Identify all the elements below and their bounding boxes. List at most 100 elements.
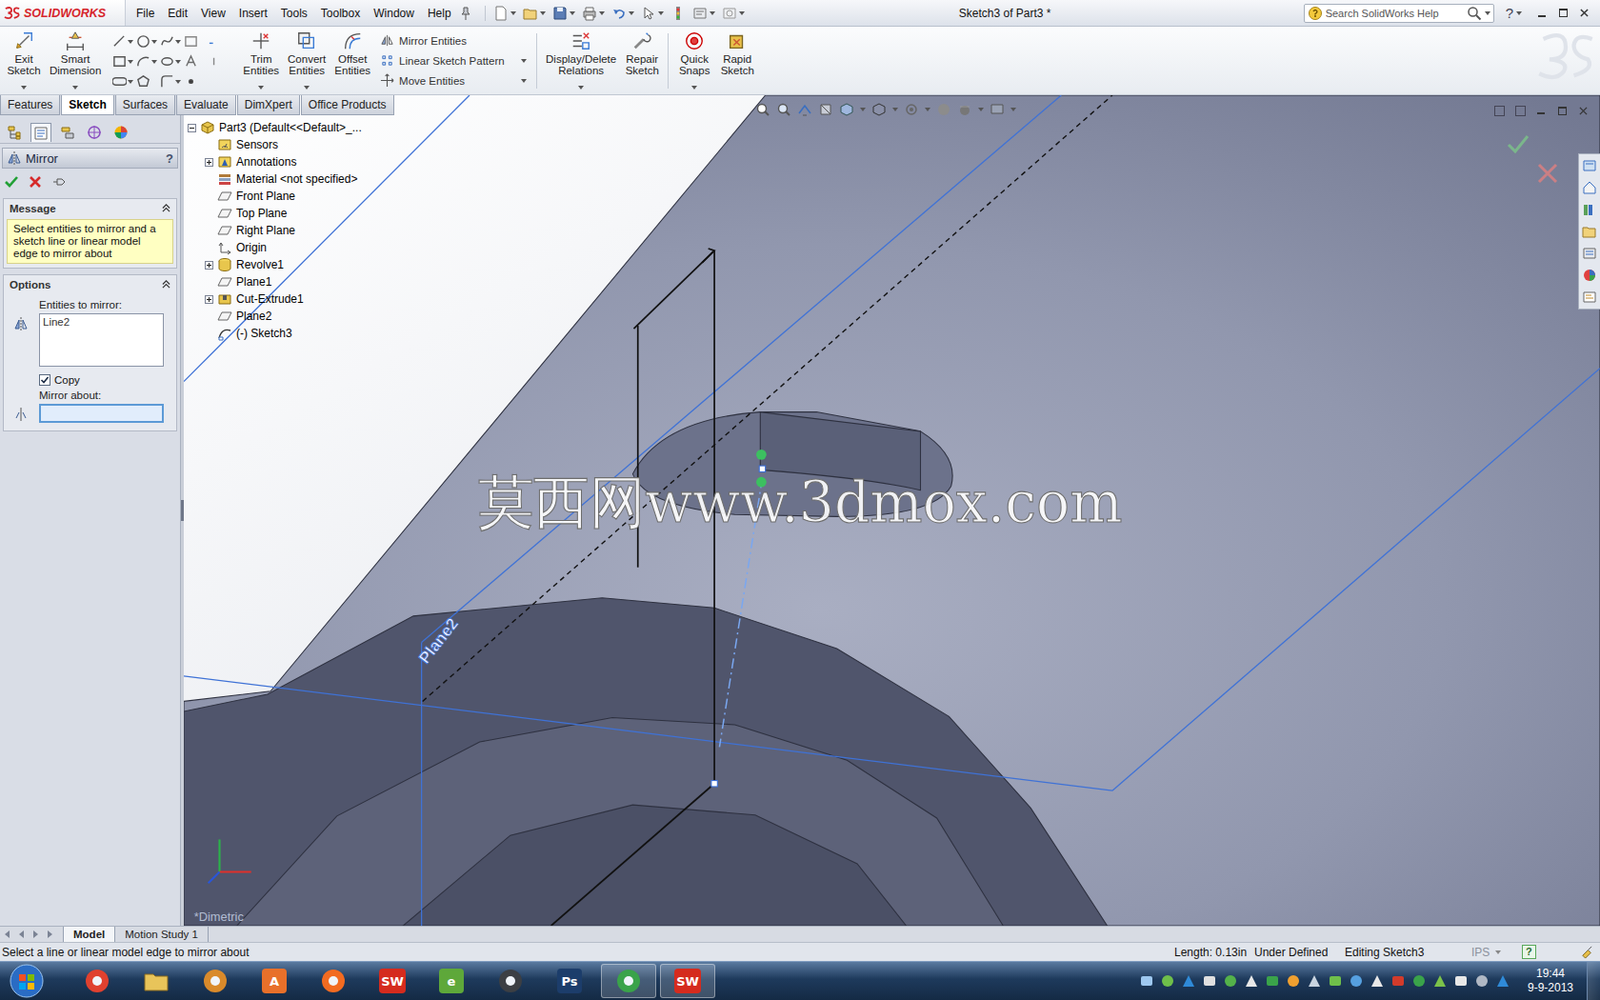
view-settings-icon[interactable] [989,101,1005,118]
rebuild-button[interactable] [670,5,686,21]
expander[interactable] [203,157,215,168]
tray-icon[interactable] [1474,973,1490,989]
dropdown-arrow[interactable] [1495,950,1501,955]
tree-item[interactable]: Origin [186,239,362,257]
design-library-icon[interactable] [1581,201,1598,218]
confirm-cancel-icon[interactable] [1536,161,1560,185]
taskbar-app[interactable] [69,963,125,999]
tree-item[interactable]: (-) Sketch3 [186,324,362,342]
print-button[interactable] [581,5,605,21]
tray-icon[interactable] [1180,973,1197,989]
sketch-lines[interactable] [551,248,715,926]
ok-check-icon[interactable] [3,174,20,190]
viewport-layout-button[interactable] [1491,102,1507,119]
tray-icon[interactable] [1264,973,1280,989]
viewport-close-button[interactable] [1575,102,1591,119]
bore[interactable] [402,804,906,926]
dropdown-arrow[interactable] [924,107,931,112]
tree-item[interactable]: Plane1 [186,273,362,291]
previous-tab-button[interactable] [14,926,29,942]
file-explorer-icon[interactable] [1581,223,1598,240]
small-tool-button[interactable]: Move Entities [380,70,531,91]
entities-list[interactable]: Line2 [39,313,164,367]
clock[interactable]: 19:449-9-2013 [1520,966,1581,996]
view-orientation-icon[interactable] [839,101,855,118]
menu-item[interactable]: Toolbox [314,6,367,20]
open-button[interactable] [522,5,546,21]
expander-box[interactable] [204,295,214,304]
splitter-grip[interactable] [180,500,184,521]
previous-view-icon[interactable] [797,101,813,118]
sketch-tool-button[interactable] [160,71,184,92]
menu-item[interactable]: Edit [160,6,195,20]
outer-ring[interactable] [183,598,1108,926]
small-tool-button[interactable]: Mirror Entities [380,30,531,51]
dropdown-arrow[interactable] [72,85,79,90]
group-header[interactable]: Options [3,275,177,294]
close-button[interactable] [1573,4,1595,22]
restore-button[interactable] [1552,4,1574,22]
expander[interactable] [203,294,215,305]
tray-icon[interactable] [1327,973,1343,989]
expander-box[interactable] [204,260,214,270]
tree-item[interactable]: Cut-Extrude1 [186,290,362,308]
viewport-restore-button[interactable] [1554,102,1570,119]
unit-system[interactable]: IPS [1471,945,1522,960]
mirror-about-field[interactable] [39,403,164,423]
dropdown-arrow[interactable] [175,60,181,64]
expander[interactable] [203,277,215,288]
group-header[interactable]: Message [3,199,177,218]
tray-icon[interactable] [1160,973,1176,989]
sketch-tool-button[interactable] [112,31,137,52]
dropdown-arrow[interactable] [20,85,27,90]
tray-icon[interactable] [1453,973,1469,989]
pushpin-icon[interactable] [51,174,67,190]
dropdown-arrow[interactable] [578,85,584,90]
expander-box[interactable] [187,123,197,133]
custom-properties-icon[interactable] [1581,289,1598,305]
command-tab[interactable]: Surfaces [115,95,176,116]
resources-icon[interactable] [1581,158,1598,174]
first-tab-button[interactable] [0,926,15,942]
search-results-icon[interactable] [1581,245,1598,261]
next-tab-button[interactable] [28,926,43,942]
help-dropdown-arrow[interactable] [1516,11,1522,16]
command-tab[interactable]: Office Products [300,95,395,116]
manager-tab[interactable] [110,122,132,142]
plane2-outline[interactable] [183,95,1600,926]
taskbar-app[interactable]: SW [660,963,716,999]
tray-icon[interactable] [1495,973,1511,989]
dropdown-arrow[interactable] [1010,107,1017,112]
dropdown-arrow[interactable] [691,85,698,90]
expander-box[interactable] [204,158,214,167]
display-style-icon[interactable] [871,101,887,118]
entity-item[interactable]: Line2 [42,316,160,328]
tool-button[interactable]: Display/Delete Relations [542,29,620,93]
dropdown-arrow[interactable] [1484,11,1491,16]
pin-icon[interactable] [458,5,474,21]
tray-icon[interactable] [1139,973,1155,989]
tool-button[interactable]: Repair Sketch [621,29,662,93]
expander[interactable] [203,225,215,237]
sketch-endpoint[interactable] [711,780,718,787]
construction-line[interactable] [422,95,1113,701]
sketch-tool-button[interactable] [112,51,137,72]
taskbar-app[interactable] [128,963,184,999]
magnifier-icon[interactable] [1466,5,1482,21]
help-button[interactable]: ? [1505,4,1514,21]
quick-tips-button[interactable]: ? [1521,944,1537,960]
hide-show-icon[interactable] [903,101,920,118]
sketch-tool-button[interactable] [183,51,208,72]
dropdown-arrow[interactable] [520,79,527,83]
expander[interactable] [203,174,215,185]
tree-item[interactable]: Part3 (Default<<Default>_... [186,119,362,137]
expander[interactable] [203,260,215,271]
tray-icon[interactable] [1348,973,1364,989]
menu-item[interactable]: Insert [232,6,275,20]
menu-item[interactable]: File [129,6,161,20]
sketch-tool-button[interactable] [160,51,184,72]
brand[interactable]: SOLIDWORKS [0,0,126,26]
tray-icon[interactable] [1432,973,1448,989]
rebuild-pin-icon[interactable] [1580,944,1595,960]
expander[interactable] [203,208,215,220]
